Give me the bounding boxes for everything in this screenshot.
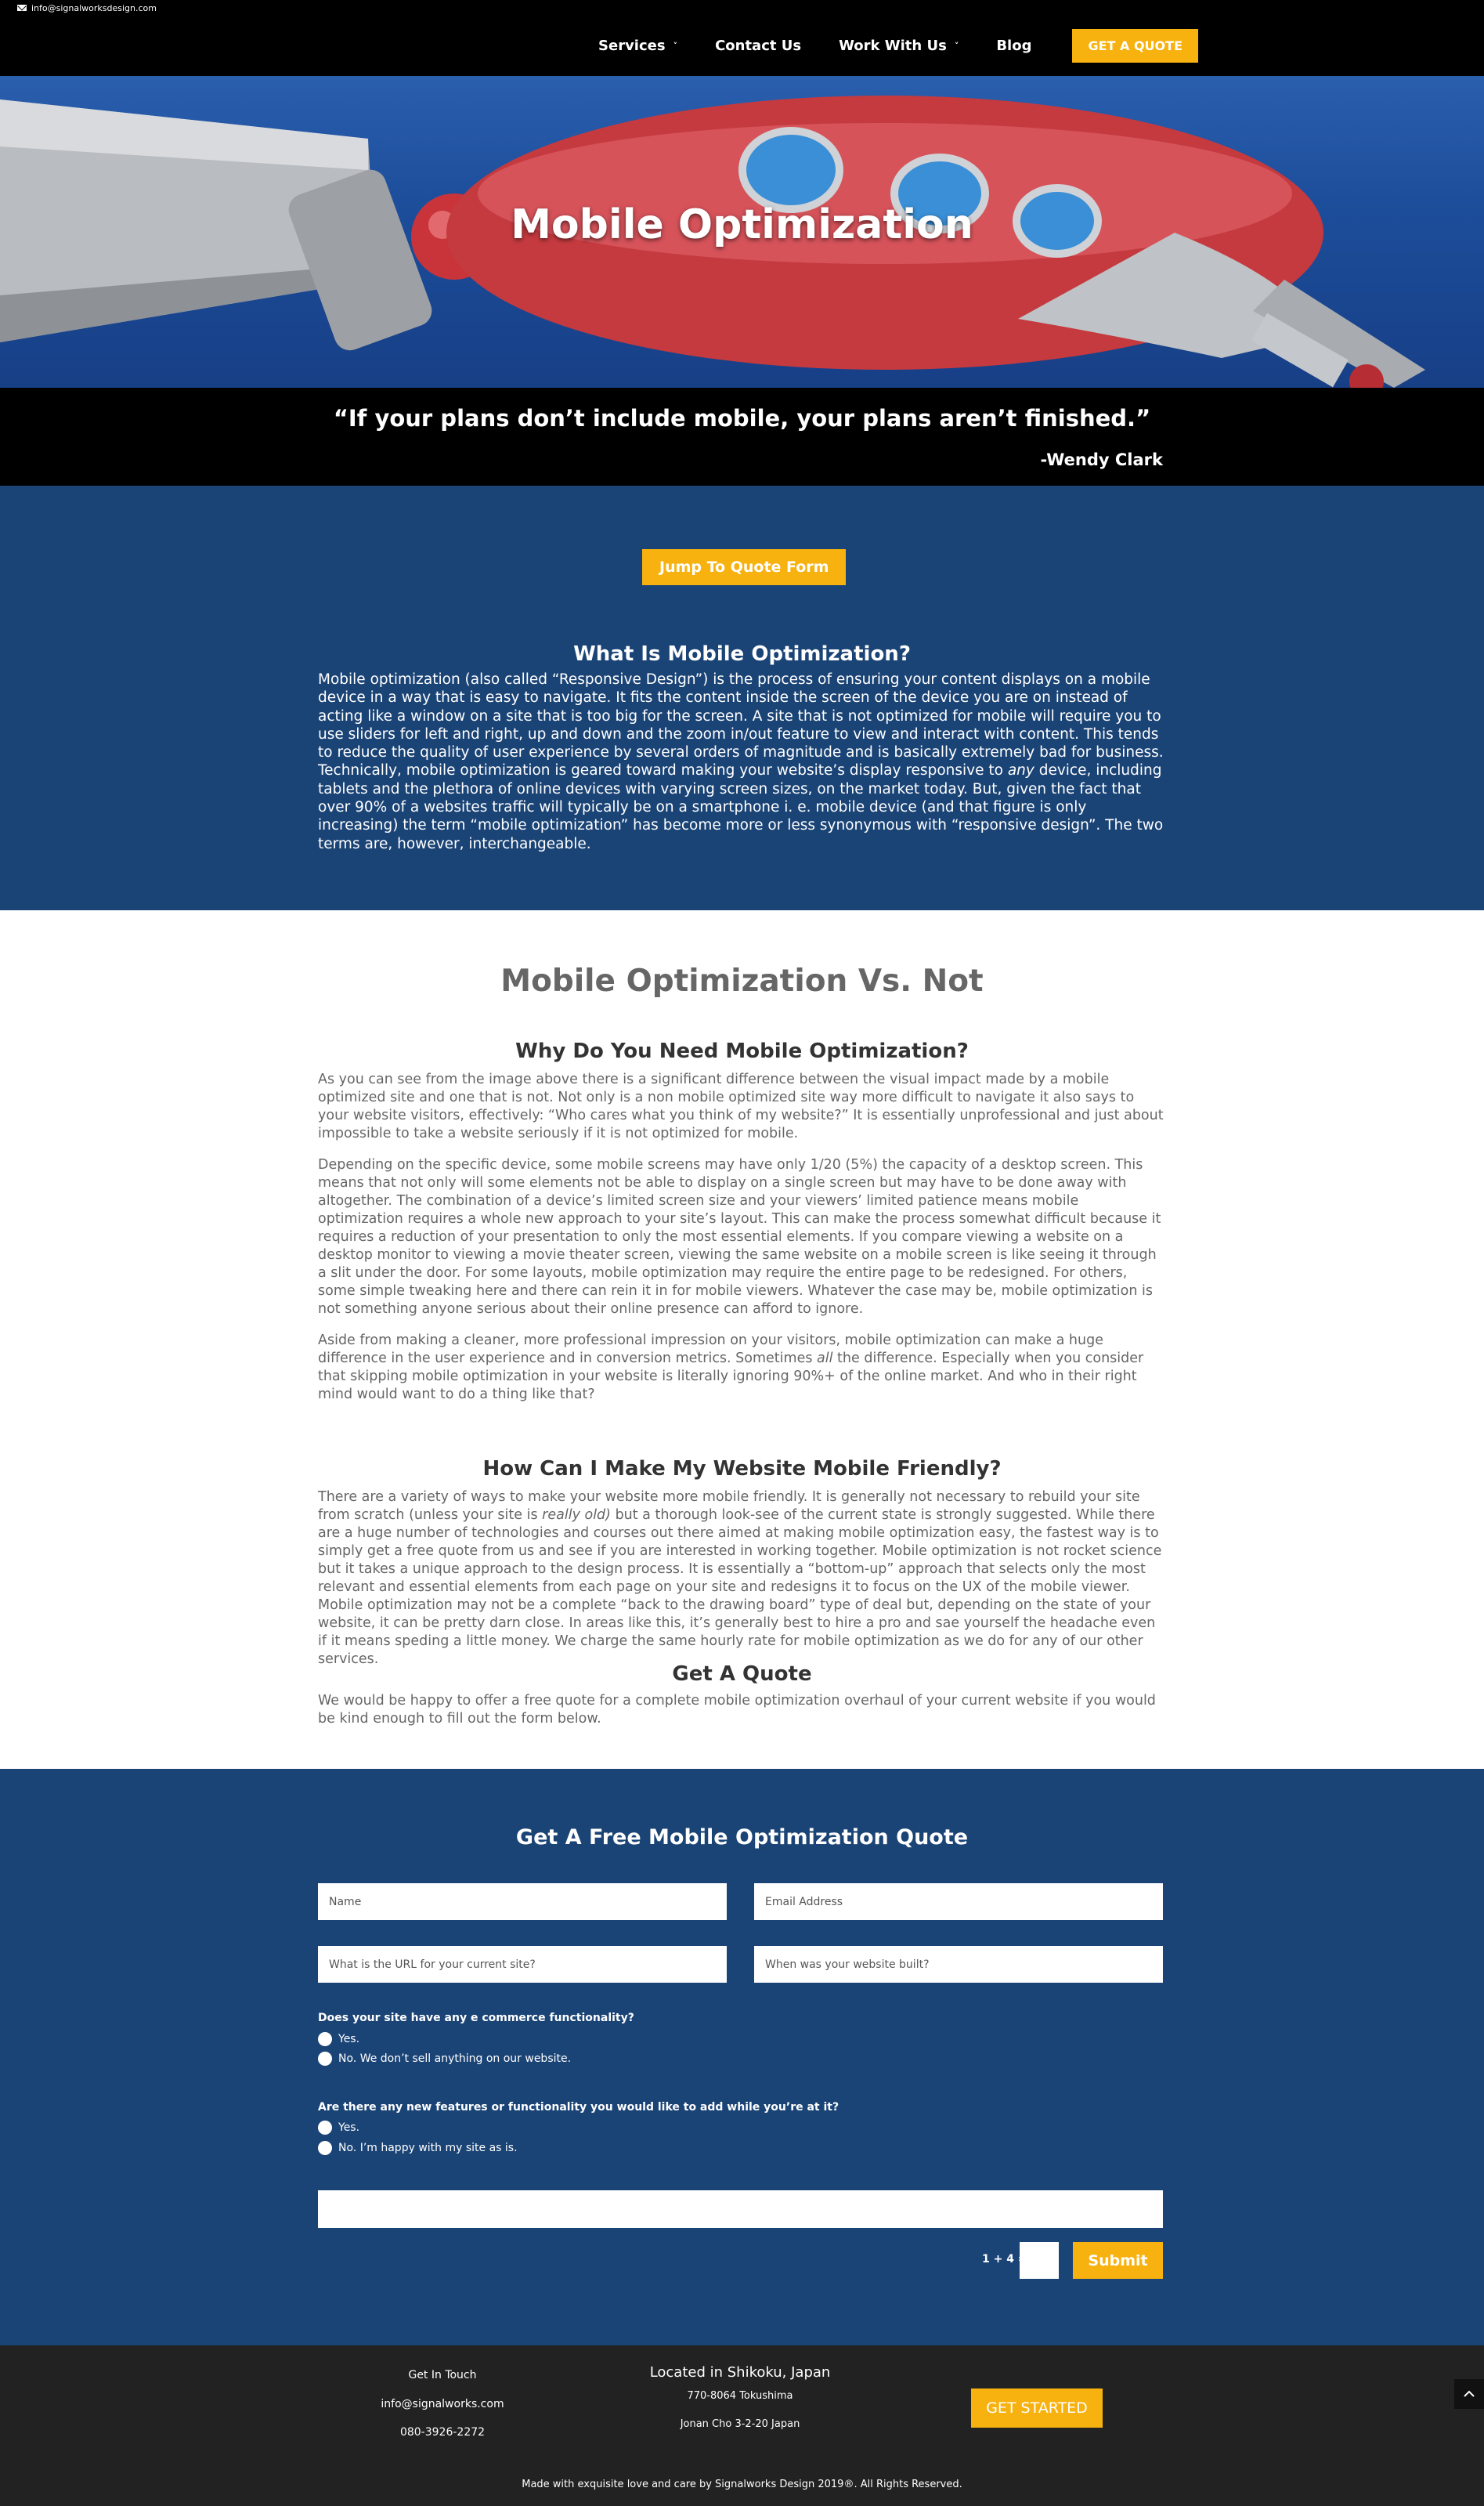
- radio-button[interactable]: [318, 2141, 332, 2155]
- quote-text: “If your plans don’t include mobile, you…: [333, 405, 1151, 432]
- radio-label: No. We don’t sell anything on our websit…: [338, 2052, 572, 2065]
- why-paragraph-1: As you can see from the image above ther…: [318, 1072, 1164, 1141]
- ecommerce-option-no[interactable]: No. We don’t sell anything on our websit…: [318, 2052, 571, 2066]
- new-features-option-yes[interactable]: Yes.: [318, 2121, 359, 2135]
- footer-credits: Made with exquisite love and care by Sig…: [522, 2479, 962, 2490]
- nav-item-label: Contact Us: [715, 38, 802, 54]
- top-bar: info@signalworksdesign.com: [0, 0, 1484, 16]
- new-features-option-no[interactable]: No. I’m happy with my site as is.: [318, 2141, 518, 2155]
- url-field[interactable]: What is the URL for your current site?: [318, 1946, 727, 1983]
- footer-location-title: Located in Shikoku, Japan: [649, 2364, 831, 2381]
- nav-item-services[interactable]: Services ˅: [580, 38, 696, 54]
- article-section: Mobile Optimization Vs. Not Why Do You N…: [0, 910, 1484, 1769]
- hero-banner: Mobile Optimization: [0, 76, 1484, 388]
- form-title: Get A Free Mobile Optimization Quote: [515, 1825, 969, 1850]
- radio-button[interactable]: [318, 2032, 332, 2046]
- nav-item-label: Services: [598, 38, 666, 54]
- ecommerce-option-yes[interactable]: Yes.: [318, 2032, 359, 2046]
- radio-button[interactable]: [318, 2052, 332, 2066]
- quote-author: -Wendy Clark: [1040, 450, 1163, 469]
- radio-label: Yes.: [338, 2121, 360, 2134]
- footer-address-line-2: Jonan Cho 3-2-20 Japan: [680, 2418, 800, 2430]
- intro-body-emphasis: any: [1007, 762, 1034, 779]
- footer-contact-title: Get In Touch: [408, 2369, 477, 2381]
- name-field[interactable]: Name: [318, 1883, 727, 1920]
- website-built-field[interactable]: When was your website built?: [754, 1946, 1163, 1983]
- ecommerce-question: Does your site have any e commerce funct…: [318, 2012, 634, 2024]
- radio-label: No. I’m happy with my site as is.: [338, 2142, 518, 2154]
- nav-item-contact-us[interactable]: Contact Us: [696, 38, 820, 54]
- nav-item-work-with-us[interactable]: Work With Us ˅: [820, 38, 977, 54]
- scroll-to-top-button[interactable]: [1454, 2379, 1484, 2409]
- get-a-quote-paragraph: We would be happy to offer a free quote …: [318, 1693, 1156, 1727]
- how-heading: How Can I Make My Website Mobile Friendl…: [482, 1457, 1002, 1481]
- get-started-button[interactable]: GET STARTED: [971, 2388, 1103, 2428]
- chevron-up-icon: [1464, 2390, 1475, 2397]
- nav-item-label: Blog: [996, 38, 1032, 54]
- top-bar-email[interactable]: info@signalworksdesign.com: [31, 3, 157, 13]
- nav-item-label: Work With Us: [839, 38, 947, 54]
- jump-to-quote-form-button[interactable]: Jump To Quote Form: [642, 549, 847, 585]
- get-a-quote-button[interactable]: GET A QUOTE: [1072, 29, 1198, 63]
- chevron-down-icon: ˅: [673, 41, 678, 51]
- captcha-input[interactable]: [1020, 2242, 1059, 2279]
- main-nav: Services ˅ Contact Us Work With Us ˅ Blo…: [580, 29, 1198, 63]
- site-footer: Get In Touch info@signalworks.com 080-39…: [0, 2345, 1484, 2506]
- mail-icon: [17, 5, 27, 11]
- intro-title: What Is Mobile Optimization?: [573, 642, 911, 666]
- new-features-question: Are there any new features or functional…: [318, 2101, 839, 2114]
- footer-address-line-1: 770-8064 Tokushima: [687, 2390, 793, 2402]
- nav-item-blog[interactable]: Blog: [977, 38, 1050, 54]
- radio-label: Yes.: [338, 2033, 360, 2045]
- article-title: Mobile Optimization Vs. Not: [500, 964, 984, 999]
- email-field[interactable]: Email Address: [754, 1883, 1163, 1920]
- how-paragraph: There are a variety of ways to make your…: [318, 1488, 1165, 1669]
- quote-form-section: Get A Free Mobile Optimization Quote Nam…: [0, 1769, 1484, 2345]
- footer-phone[interactable]: 080-3926-2272: [384, 2426, 501, 2439]
- chevron-down-icon: ˅: [954, 41, 959, 51]
- get-a-quote-heading: Get A Quote: [672, 1662, 812, 1686]
- paragraph-emphasis: really old): [542, 1507, 611, 1523]
- footer-email-link[interactable]: info@signalworks.com: [368, 2398, 517, 2410]
- paragraph-emphasis: all: [817, 1351, 833, 1366]
- intro-body: Mobile optimization (also called “Respon…: [318, 671, 1165, 853]
- message-textarea[interactable]: [318, 2190, 1163, 2228]
- site-header: Services ˅ Contact Us Work With Us ˅ Blo…: [0, 16, 1484, 76]
- quote-band: “If your plans don’t include mobile, you…: [0, 388, 1484, 486]
- submit-button[interactable]: Submit: [1073, 2242, 1163, 2279]
- intro-section: Jump To Quote Form What Is Mobile Optimi…: [0, 486, 1484, 910]
- why-paragraph-3: Aside from making a cleaner, more profes…: [318, 1332, 1165, 1404]
- radio-button[interactable]: [318, 2121, 332, 2135]
- why-heading: Why Do You Need Mobile Optimization?: [515, 1040, 969, 1063]
- paragraph-part: but a thorough look-see of the current s…: [318, 1507, 1162, 1667]
- page-title: Mobile Optimization: [511, 201, 973, 248]
- why-paragraph-2: Depending on the specific device, some m…: [318, 1157, 1161, 1317]
